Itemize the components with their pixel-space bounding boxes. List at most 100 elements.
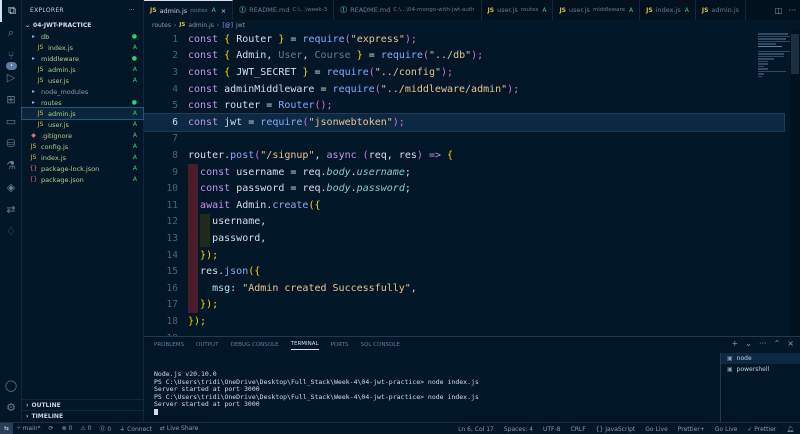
line-ending[interactable]: CRLF [571, 426, 586, 433]
code-line[interactable]: 1 const { Router } = require("express"); [144, 31, 784, 48]
go-live-button-2[interactable]: Go Live [715, 426, 737, 433]
more-actions-icon[interactable]: ··· [759, 339, 767, 348]
settings-gear-icon[interactable]: ⚙ [0, 396, 22, 418]
code-text: const password = req.body.password; [200, 183, 411, 195]
panel-tab-ports[interactable]: PORTS [331, 342, 349, 348]
code-line[interactable]: 8 router.post("/signup", async (req, res)… [144, 147, 784, 164]
editor-tab[interactable]: JS admin.js routes A × [144, 0, 234, 20]
editor-tab[interactable]: JS admin.js [696, 0, 747, 20]
breadcrumb-folder[interactable]: routes [152, 22, 171, 29]
editor-tab[interactable]: JS user.js routes A [482, 0, 554, 20]
search-icon[interactable]: ⌕ [0, 22, 22, 44]
notifications-bell-icon[interactable]: 🔔︎ [786, 426, 794, 433]
tree-item-js[interactable]: JS index.js A [22, 152, 143, 163]
panel-tab-problems[interactable]: PROBLEMS [154, 342, 184, 348]
terminal-output[interactable]: Node.js v20.10.0 PS C:\Users\tridi\OneDri… [154, 370, 714, 417]
code-line[interactable]: 11 await Admin.create({ [144, 197, 784, 214]
chevron-down-icon[interactable]: ⌄ [745, 339, 752, 348]
breadcrumb-file[interactable]: admin.js [188, 22, 214, 29]
prettier-plus-status[interactable]: Prettier+ [678, 426, 705, 433]
docker-icon[interactable]: ◈ [0, 176, 22, 198]
editor-tab[interactable]: JS user.js middleware A [553, 0, 641, 20]
extensions-icon[interactable]: ⊞ [0, 88, 22, 110]
prettier-status[interactable]: ✓ Prettier [747, 426, 776, 433]
code-line[interactable]: 14 }); [144, 246, 784, 264]
more-actions-icon[interactable]: ··· [128, 7, 135, 14]
panel-tab-output[interactable]: OUTPUT [196, 342, 218, 348]
js-file-icon: JS [37, 121, 44, 128]
new-terminal-icon[interactable]: + [732, 339, 739, 348]
tree-item-folder[interactable]: ▸ node_modules [22, 86, 143, 97]
panel-tab-debug-console[interactable]: DEBUG CONSOLE [230, 342, 278, 348]
panel-tab-terminal[interactable]: TERMINAL [290, 341, 319, 350]
code-line[interactable]: 15 res.json({ [144, 263, 784, 280]
code-line[interactable]: 18}); [144, 313, 784, 330]
timeline-section[interactable]: › TIMELINE [22, 410, 144, 421]
mongodb-icon[interactable]: ♢ [0, 220, 22, 242]
remote-explorer-icon[interactable]: ▭ [0, 110, 22, 132]
editor-tab[interactable]: JS index.js A [640, 0, 696, 20]
close-icon[interactable]: × [221, 7, 226, 15]
code-line[interactable]: 7 [144, 131, 784, 148]
terminal-instance[interactable]: ▣ node [721, 353, 800, 364]
go-live-button[interactable]: Go Live [645, 426, 667, 433]
encoding[interactable]: UTF-8 [543, 426, 561, 433]
tree-item-git[interactable]: ◆ .gitignore A [22, 130, 143, 141]
close-icon[interactable]: × [787, 339, 794, 348]
connect-status[interactable]: ⏚ Connect [119, 424, 152, 433]
code-line[interactable]: 17 }); [144, 296, 784, 314]
database-icon[interactable]: ⛁ [0, 132, 22, 154]
code-line[interactable]: 3 const { JWT_SECRET } = require("../conf… [144, 64, 784, 81]
outline-section[interactable]: › OUTLINE [22, 399, 144, 410]
terminal-prompt-line[interactable] [154, 408, 714, 417]
editor-scrollbar[interactable] [790, 30, 800, 336]
tree-item-js[interactable]: JS admin.js A [22, 64, 143, 75]
cursor-position[interactable]: Ln 6, Col 17 [458, 426, 494, 433]
editor-tab[interactable]: ⓵ README.md C:\...\04-mongo-with-jwt-auth [334, 0, 482, 20]
tree-item-js[interactable]: JS config.js A [22, 141, 143, 152]
explorer-icon[interactable]: ⧉ [0, 0, 22, 22]
warning-count[interactable]: ⚠ 0 [80, 425, 91, 432]
tree-item-js[interactable]: JS admin.js A [21, 107, 144, 120]
tree-item-folder[interactable]: ▸ routes ● [22, 97, 143, 108]
info-count[interactable]: ⓪ 0 [99, 424, 111, 433]
code-line[interactable]: 5 const router = Router(); [144, 97, 784, 114]
breadcrumb-symbol[interactable]: jwt [236, 22, 245, 29]
code-editor[interactable]: 1 const { Router } = require("express"); 2… [144, 30, 800, 336]
testing-icon[interactable]: ⚗ [0, 154, 22, 176]
panel-actions: + ⌄ ··· ⌃ × [732, 339, 794, 348]
tree-item-json[interactable]: {} package.json A [22, 174, 143, 185]
maximize-panel-icon[interactable]: ⌃ [774, 339, 781, 348]
live-share-status[interactable]: ⇄ Live Share [160, 425, 198, 432]
error-count[interactable]: ⊗ 0 [62, 425, 73, 432]
remote-indicator-icon[interactable]: ⇆ [0, 422, 14, 434]
tree-item-json[interactable]: {} package-lock.json A [22, 163, 143, 174]
live-share-icon[interactable]: ⇄ [0, 198, 22, 220]
tree-item-js[interactable]: JS index.js A [22, 42, 143, 53]
code-line[interactable]: 4 const adminMiddleware = require("../mid… [144, 81, 784, 98]
indentation[interactable]: Spaces: 4 [504, 426, 533, 433]
tree-item-folder[interactable]: ▸ middleware ● [22, 53, 143, 64]
account-icon[interactable]: ◯ [0, 374, 22, 396]
split-editor-icon[interactable]: ◫ [775, 6, 783, 15]
more-actions-icon[interactable]: ··· [788, 6, 796, 15]
code-line[interactable]: 13 password, [144, 230, 784, 247]
tree-item-js[interactable]: JS user.js A [22, 75, 143, 86]
editor-tab[interactable]: ⓵ README.md C:\...\week-3 [233, 0, 335, 20]
language-mode[interactable]: {} JavaScript [596, 426, 636, 433]
workspace-root[interactable]: ⌄ 04-JWT-PRACTICE [22, 20, 143, 31]
scrollbar-thumb[interactable] [791, 34, 799, 74]
code-line[interactable]: 6 const jwt = require("jsonwebtoken"); [144, 113, 785, 132]
terminal-instance[interactable]: ▣ powershell [721, 364, 800, 375]
tab-label: user.js [497, 6, 518, 14]
tree-item-js[interactable]: JS user.js A [22, 119, 143, 130]
code-line[interactable]: 16 msg: "Admin created Successfully", [144, 280, 784, 297]
code-line[interactable]: 12 username, [144, 213, 784, 231]
code-line[interactable]: 10 const password = req.body.password; [144, 180, 784, 197]
tree-item-folder[interactable]: ▸ db ● [22, 31, 143, 42]
sync-icon[interactable]: ⟳ [49, 425, 54, 432]
code-line[interactable]: 2 const { Admin, User, Course } = require… [144, 48, 784, 65]
panel-tab-sql-console[interactable]: SQL CONSOLE [361, 342, 400, 348]
branch-status[interactable]: ⑂ main* [17, 425, 41, 432]
code-line[interactable]: 9 const username = req.body.username; [144, 163, 784, 181]
